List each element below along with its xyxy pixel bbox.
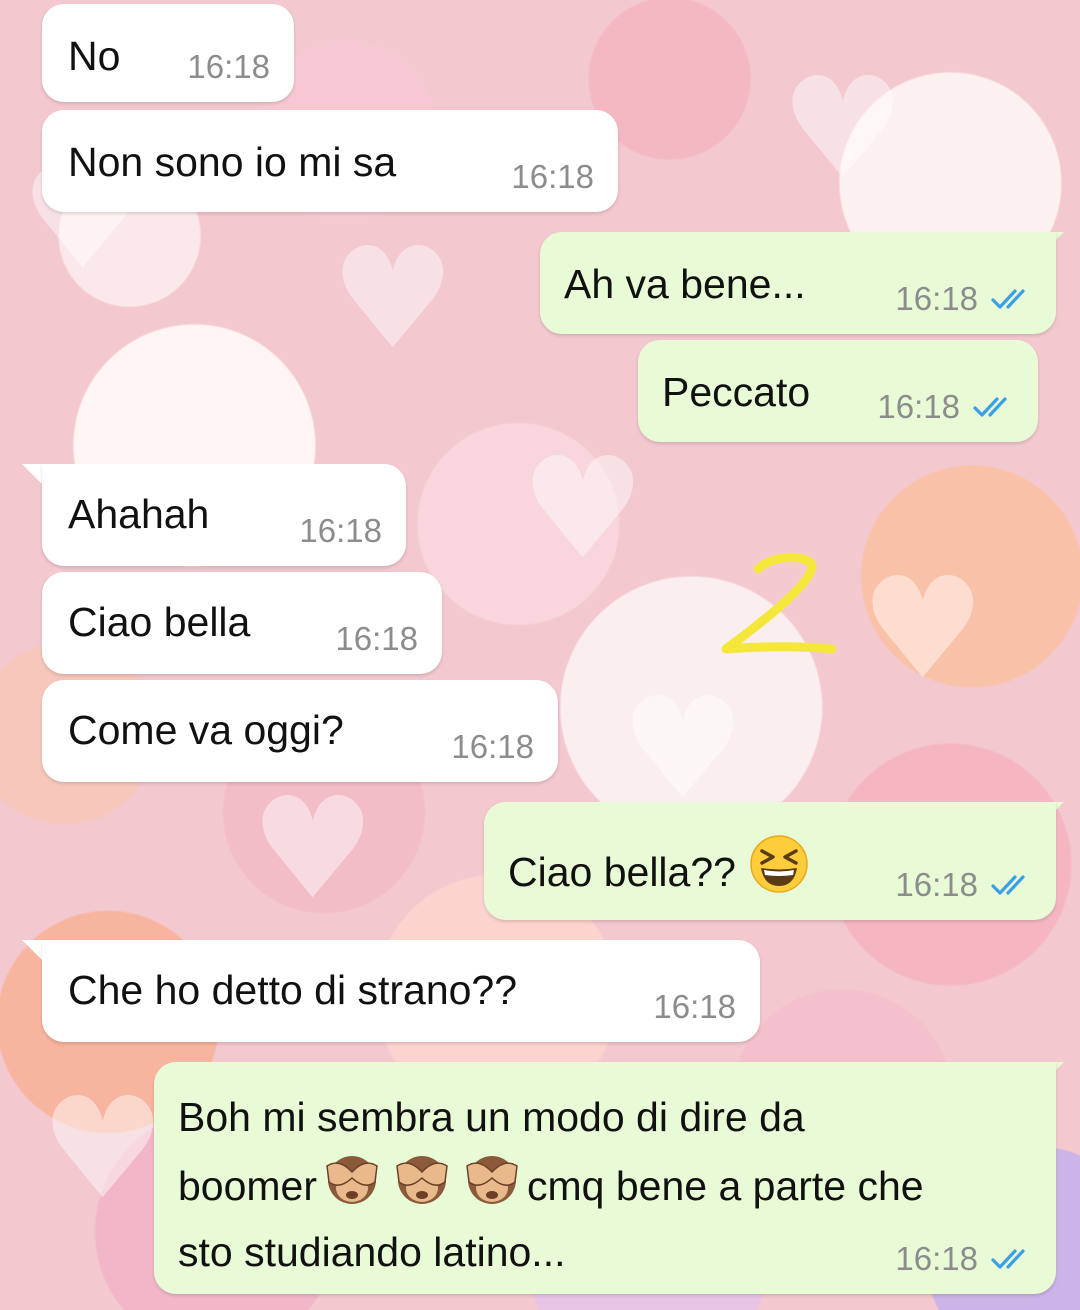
message-text: Che ho detto di strano?? [68, 967, 518, 1013]
heart-icon: ♥ [620, 668, 746, 831]
message-time: 16:18 [895, 866, 978, 903]
message-text: boomer [178, 1163, 318, 1209]
message-line: sto studiando latino... [178, 1229, 566, 1275]
message-text: Non sono io mi sa [68, 139, 397, 185]
message-text: Ciao bella [68, 599, 251, 645]
heart-icon: ♥ [780, 48, 906, 211]
heart-icon: ♥ [330, 218, 456, 381]
see-no-evil-monkey-icon [466, 1156, 518, 1204]
incoming-message[interactable]: Non sono io mi sa 16:18 [42, 110, 618, 212]
message-time-row: 16:18 [895, 866, 1036, 904]
grinning-squinting-face-icon [750, 835, 809, 893]
double-check-icon [991, 289, 1025, 309]
annotation-number-two [721, 553, 837, 654]
message-time: 16:18 [653, 988, 736, 1025]
message-time-row: 16:18 [299, 512, 382, 550]
message-time: 16:18 [187, 48, 270, 85]
double-check-icon [991, 875, 1025, 895]
heart-icon: ♥ [40, 1068, 166, 1231]
message-time-row: 16:18 [895, 280, 1036, 318]
incoming-message[interactable]: Ciao bella 16:18 [42, 572, 442, 674]
message-time: 16:18 [895, 1240, 978, 1277]
message-time-row: 16:18 [895, 1240, 1036, 1278]
message-text: Ciao bella?? [508, 849, 736, 895]
message-line-with-emojis: boomer cmq bene a parte che [178, 1150, 924, 1219]
incoming-message[interactable]: No 16:18 [42, 4, 294, 102]
outgoing-message[interactable]: Peccato 16:18 [638, 340, 1038, 442]
message-time-row: 16:18 [877, 388, 1018, 426]
heart-icon: ♥ [860, 548, 986, 711]
message-time-row: 16:18 [335, 620, 418, 658]
incoming-message[interactable]: Ahahah 16:18 [42, 464, 406, 566]
incoming-message[interactable]: Che ho detto di strano?? 16:18 [42, 940, 760, 1042]
message-text-row: Ciao bella?? [508, 834, 811, 896]
heart-icon: ♥ [250, 768, 376, 931]
double-check-icon [973, 397, 1007, 417]
message-time: 16:18 [895, 280, 978, 317]
see-no-evil-monkey-icon [326, 1156, 378, 1204]
message-time-row: 16:18 [653, 988, 736, 1026]
message-time-row: 16:18 [511, 158, 594, 196]
heart-icon: ♥ [520, 428, 646, 591]
message-time-row: 16:18 [187, 48, 270, 86]
incoming-message[interactable]: Come va oggi? 16:18 [42, 680, 558, 782]
message-text: Ahahah [68, 491, 210, 537]
message-time: 16:18 [335, 620, 418, 657]
message-time: 16:18 [877, 388, 960, 425]
message-text-block: Boh mi sembra un modo di dire da boomer … [178, 1084, 924, 1285]
outgoing-message[interactable]: Boh mi sembra un modo di dire da boomer … [154, 1062, 1056, 1294]
message-text: Ah va bene... [564, 261, 806, 307]
message-text: No [68, 33, 121, 79]
outgoing-message[interactable]: Ah va bene... 16:18 [540, 232, 1056, 334]
message-text: cmq bene a parte che [527, 1163, 924, 1209]
message-time: 16:18 [451, 728, 534, 765]
message-time: 16:18 [299, 512, 382, 549]
message-time: 16:18 [511, 158, 594, 195]
double-check-icon [991, 1249, 1025, 1269]
message-line: Boh mi sembra un modo di dire da [178, 1094, 805, 1140]
message-time-row: 16:18 [451, 728, 534, 766]
message-text: Come va oggi? [68, 707, 344, 753]
outgoing-message[interactable]: Ciao bella?? 16:18 [484, 802, 1056, 920]
message-text: Peccato [662, 369, 811, 415]
see-no-evil-monkey-icon [396, 1156, 448, 1204]
